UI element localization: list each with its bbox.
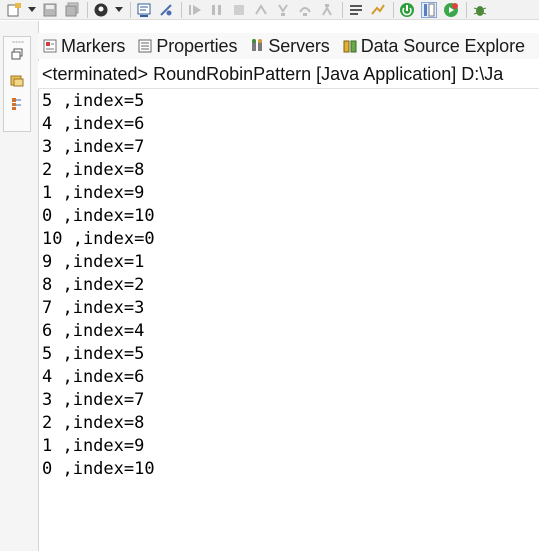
new-icon[interactable]	[6, 2, 22, 18]
bottom-view-tabs: Markers Properties Servers Data Source E…	[38, 33, 539, 59]
console-line: 3 ,index=7	[42, 390, 145, 410]
toolbar-separator	[181, 1, 182, 18]
console-line: 2 ,index=8	[42, 413, 145, 433]
step-over-icon[interactable]	[297, 2, 313, 18]
console-line: 4 ,index=6	[42, 114, 145, 134]
console-line: 5 ,index=5	[42, 91, 145, 111]
profile-dropdown-icon[interactable]	[115, 7, 123, 12]
console-line: 10 ,index=0	[42, 229, 155, 249]
tab-label: Data Source Explore	[360, 35, 525, 56]
breakpoint-icon[interactable]	[158, 2, 174, 18]
console-line: 0 ,index=10	[42, 206, 155, 226]
tab-label: Servers	[268, 35, 330, 56]
toolbar-separator	[466, 1, 467, 18]
console-line: 7 ,index=3	[42, 298, 145, 318]
save-icon[interactable]	[42, 2, 58, 18]
tab-data-source-explorer[interactable]: Data Source Explore	[342, 36, 525, 57]
servers-icon	[249, 38, 265, 54]
console-output[interactable]: 5 ,index=5 4 ,index=6 3 ,index=7 2 ,inde…	[42, 90, 539, 551]
data-source-icon	[342, 38, 358, 54]
disconnect-icon[interactable]	[253, 2, 269, 18]
toolbar-separator	[130, 1, 131, 18]
console-icon[interactable]	[136, 2, 152, 18]
suspend-icon[interactable]	[209, 2, 225, 18]
package-explorer-icon[interactable]	[10, 73, 24, 87]
console-line: 2 ,index=8	[42, 160, 145, 180]
spring-icon[interactable]	[399, 2, 415, 18]
tab-markers[interactable]: Markers	[42, 36, 125, 57]
step-return-icon[interactable]	[319, 2, 335, 18]
green-run-icon[interactable]	[443, 2, 459, 18]
console-line: 0 ,index=10	[42, 459, 155, 479]
terminate-icon[interactable]	[231, 2, 247, 18]
console-line: 3 ,index=7	[42, 137, 145, 157]
console-process-label: <terminated> RoundRobinPattern [Java App…	[38, 61, 539, 89]
console-title: <terminated> RoundRobinPattern [Java App…	[42, 64, 504, 84]
console-line: 6 ,index=4	[42, 321, 145, 341]
properties-icon	[137, 38, 153, 54]
toolbar-separator	[393, 1, 394, 18]
toolbar-separator	[342, 1, 343, 18]
new-dropdown-icon[interactable]	[28, 7, 36, 12]
save-all-icon[interactable]	[64, 2, 80, 18]
restore-icon[interactable]	[10, 47, 24, 61]
step-into-icon[interactable]	[275, 2, 291, 18]
tab-label: Properties	[156, 35, 238, 56]
tab-servers[interactable]: Servers	[249, 35, 330, 57]
hierarchy-icon[interactable]	[10, 97, 24, 111]
profile-icon[interactable]	[93, 2, 109, 18]
markers-icon	[42, 38, 58, 54]
toolbar-separator	[87, 1, 88, 18]
resume-icon[interactable]	[187, 2, 203, 18]
drag-handle-icon[interactable]	[12, 41, 24, 43]
minimized-view-stack	[3, 36, 31, 132]
tab-properties[interactable]: Properties	[137, 36, 237, 57]
console-line: 1 ,index=9	[42, 436, 145, 456]
console-line: 1 ,index=9	[42, 183, 145, 203]
perspective-icon[interactable]	[421, 1, 437, 18]
run-to-line-icon[interactable]	[370, 2, 386, 18]
console-line: 8 ,index=2	[42, 275, 145, 295]
main-toolbar	[0, 0, 539, 20]
console-line: 9 ,index=1	[42, 252, 145, 272]
console-line: 5 ,index=5	[42, 344, 145, 364]
left-trim-stack	[0, 21, 39, 551]
task-icon[interactable]	[348, 2, 364, 18]
eclipse-window: Markers Properties Servers Data Source E…	[0, 0, 539, 551]
tab-label: Markers	[61, 35, 126, 56]
console-line: 4 ,index=6	[42, 367, 145, 387]
debug-icon[interactable]	[472, 2, 488, 18]
